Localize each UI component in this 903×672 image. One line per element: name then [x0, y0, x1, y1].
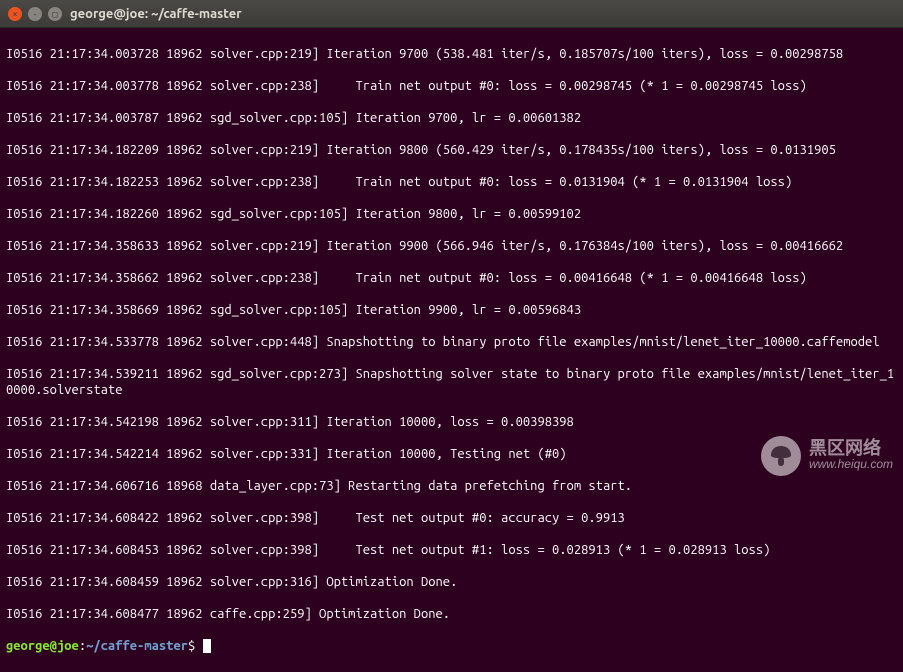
prompt-user-host: george@joe — [6, 639, 79, 653]
minimize-icon[interactable]: ‐ — [28, 7, 42, 21]
log-line: I0516 21:17:34.533778 18962 solver.cpp:4… — [6, 334, 897, 350]
log-line: I0516 21:17:34.182260 18962 sgd_solver.c… — [6, 206, 897, 222]
log-line: I0516 21:17:34.606716 18968 data_layer.c… — [6, 478, 897, 494]
log-line: I0516 21:17:34.358662 18962 solver.cpp:2… — [6, 270, 897, 286]
window-buttons: × ‐ ▢ — [8, 7, 62, 21]
close-icon[interactable]: × — [8, 7, 22, 21]
log-line: I0516 21:17:34.542198 18962 solver.cpp:3… — [6, 414, 897, 430]
log-line: I0516 21:17:34.608422 18962 solver.cpp:3… — [6, 510, 897, 526]
log-line: I0516 21:17:34.608459 18962 solver.cpp:3… — [6, 574, 897, 590]
maximize-icon[interactable]: ▢ — [48, 7, 62, 21]
log-line: I0516 21:17:34.182209 18962 solver.cpp:2… — [6, 142, 897, 158]
log-line: I0516 21:17:34.003787 18962 sgd_solver.c… — [6, 110, 897, 126]
cursor-icon — [203, 639, 211, 653]
log-line: I0516 21:17:34.003728 18962 solver.cpp:2… — [6, 46, 897, 62]
log-line: I0516 21:17:34.608477 18962 caffe.cpp:25… — [6, 606, 897, 622]
prompt-path: ~/caffe-master — [86, 639, 188, 653]
terminal-output[interactable]: I0516 21:17:34.003728 18962 solver.cpp:2… — [0, 28, 903, 672]
prompt-line: george@joe:~/caffe-master$ — [6, 638, 897, 654]
prompt-symbol: $ — [188, 639, 195, 653]
log-line: I0516 21:17:34.358669 18962 sgd_solver.c… — [6, 302, 897, 318]
log-line: I0516 21:17:34.003778 18962 solver.cpp:2… — [6, 78, 897, 94]
window-titlebar: × ‐ ▢ george@joe: ~/caffe-master — [0, 0, 903, 28]
log-line: I0516 21:17:34.539211 18962 sgd_solver.c… — [6, 366, 897, 398]
log-line: I0516 21:17:34.608453 18962 solver.cpp:3… — [6, 542, 897, 558]
log-line: I0516 21:17:34.182253 18962 solver.cpp:2… — [6, 174, 897, 190]
log-line: I0516 21:17:34.542214 18962 solver.cpp:3… — [6, 446, 897, 462]
window-title: george@joe: ~/caffe-master — [70, 6, 242, 22]
log-line: I0516 21:17:34.358633 18962 solver.cpp:2… — [6, 238, 897, 254]
prompt-separator: : — [79, 639, 86, 653]
